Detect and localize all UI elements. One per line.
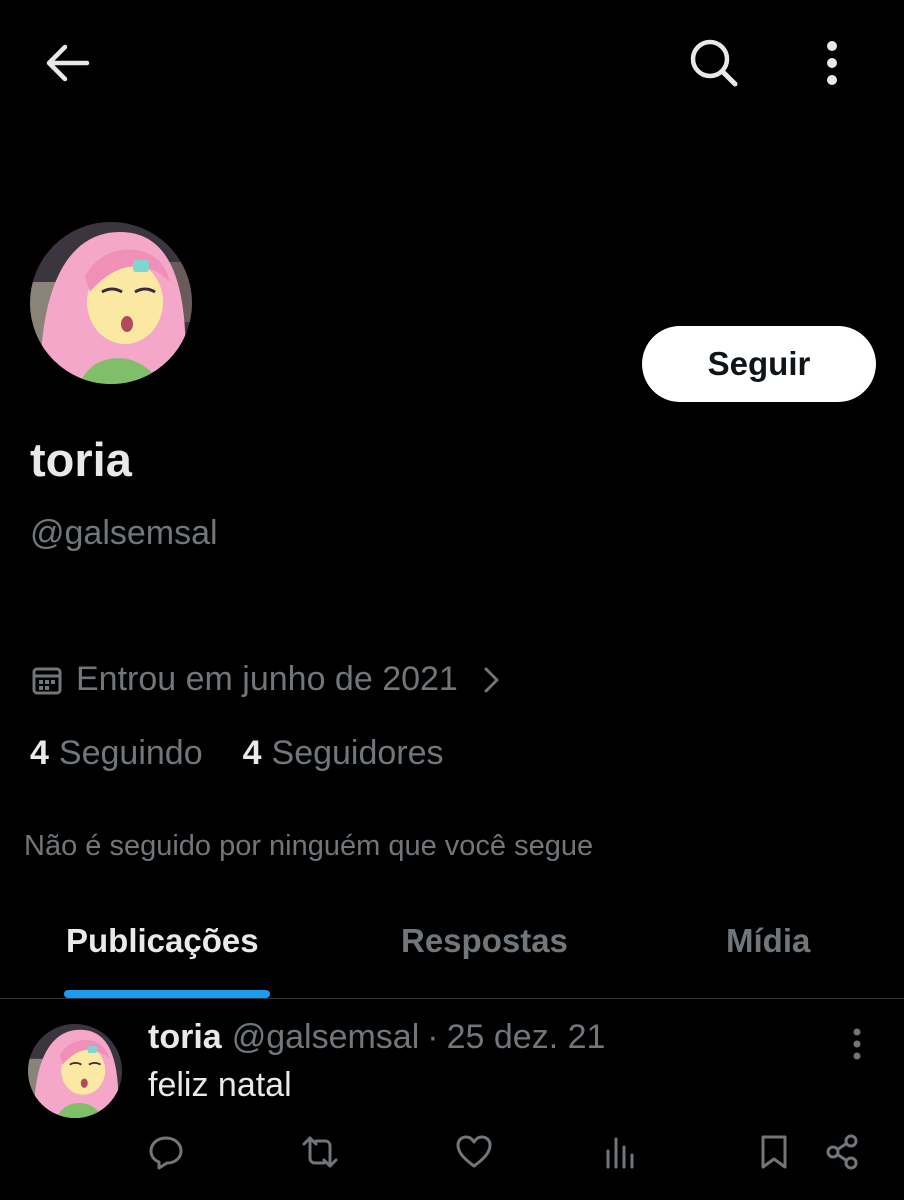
tab-media[interactable]: Mídia: [726, 922, 810, 960]
search-icon: [690, 39, 738, 87]
joined-date-row[interactable]: Entrou em junho de 2021: [30, 660, 504, 699]
like-button[interactable]: [452, 1130, 496, 1174]
display-name: toria: [30, 433, 132, 486]
following-count: 4: [30, 734, 49, 772]
repost-icon: [302, 1136, 338, 1168]
followers-label: Seguidores: [271, 734, 444, 772]
followers-count: 4: [242, 734, 262, 772]
post-text: feliz natal: [148, 1066, 292, 1104]
follow-stats: 4 Seguindo 4 Seguidores: [30, 734, 484, 773]
avatar-image: [28, 1024, 122, 1118]
search-button[interactable]: [682, 32, 746, 94]
post-author-handle[interactable]: @galsemsal: [232, 1018, 420, 1057]
arrow-left-icon: [46, 44, 90, 82]
follow-button[interactable]: Seguir: [642, 326, 876, 402]
reply-icon: [149, 1136, 183, 1170]
bookmark-icon: [761, 1135, 787, 1169]
following-label: Seguindo: [58, 734, 203, 772]
tab-posts[interactable]: Publicações: [66, 922, 259, 960]
back-button[interactable]: [36, 32, 98, 94]
avatar-image: [30, 222, 192, 384]
share-icon: [826, 1134, 858, 1170]
user-handle: @galsemsal: [30, 514, 218, 552]
post-date[interactable]: 25 dez. 21: [447, 1018, 606, 1057]
bookmark-button[interactable]: [752, 1130, 796, 1174]
tab-replies[interactable]: Respostas: [401, 922, 568, 960]
followers-stat[interactable]: 4 Seguidores: [243, 734, 444, 773]
profile-avatar[interactable]: [30, 222, 192, 384]
more-vertical-icon: [853, 1028, 861, 1060]
reply-button[interactable]: [144, 1130, 188, 1174]
post-separator: ·: [427, 1018, 439, 1056]
followed-by-info: Não é seguido por ninguém que você segue: [24, 830, 594, 862]
views-icon: [606, 1137, 634, 1169]
post-avatar[interactable]: [28, 1024, 122, 1118]
post-header: toria @galsemsal · 25 dez. 21: [148, 1018, 605, 1057]
joined-text: Entrou em junho de 2021: [76, 660, 458, 698]
active-tab-indicator: [64, 990, 270, 998]
calendar-icon: [32, 667, 62, 694]
more-vertical-icon: [827, 41, 837, 85]
chevron-right-icon: [484, 667, 499, 692]
divider: [0, 998, 904, 999]
like-icon: [456, 1135, 492, 1168]
following-stat[interactable]: 4 Seguindo: [30, 734, 203, 773]
more-options-button[interactable]: [806, 32, 858, 94]
post-author-name[interactable]: toria: [148, 1018, 222, 1057]
post-more-button[interactable]: [840, 1024, 874, 1064]
share-button[interactable]: [820, 1130, 864, 1174]
views-button[interactable]: [598, 1130, 642, 1174]
repost-button[interactable]: [298, 1130, 342, 1174]
